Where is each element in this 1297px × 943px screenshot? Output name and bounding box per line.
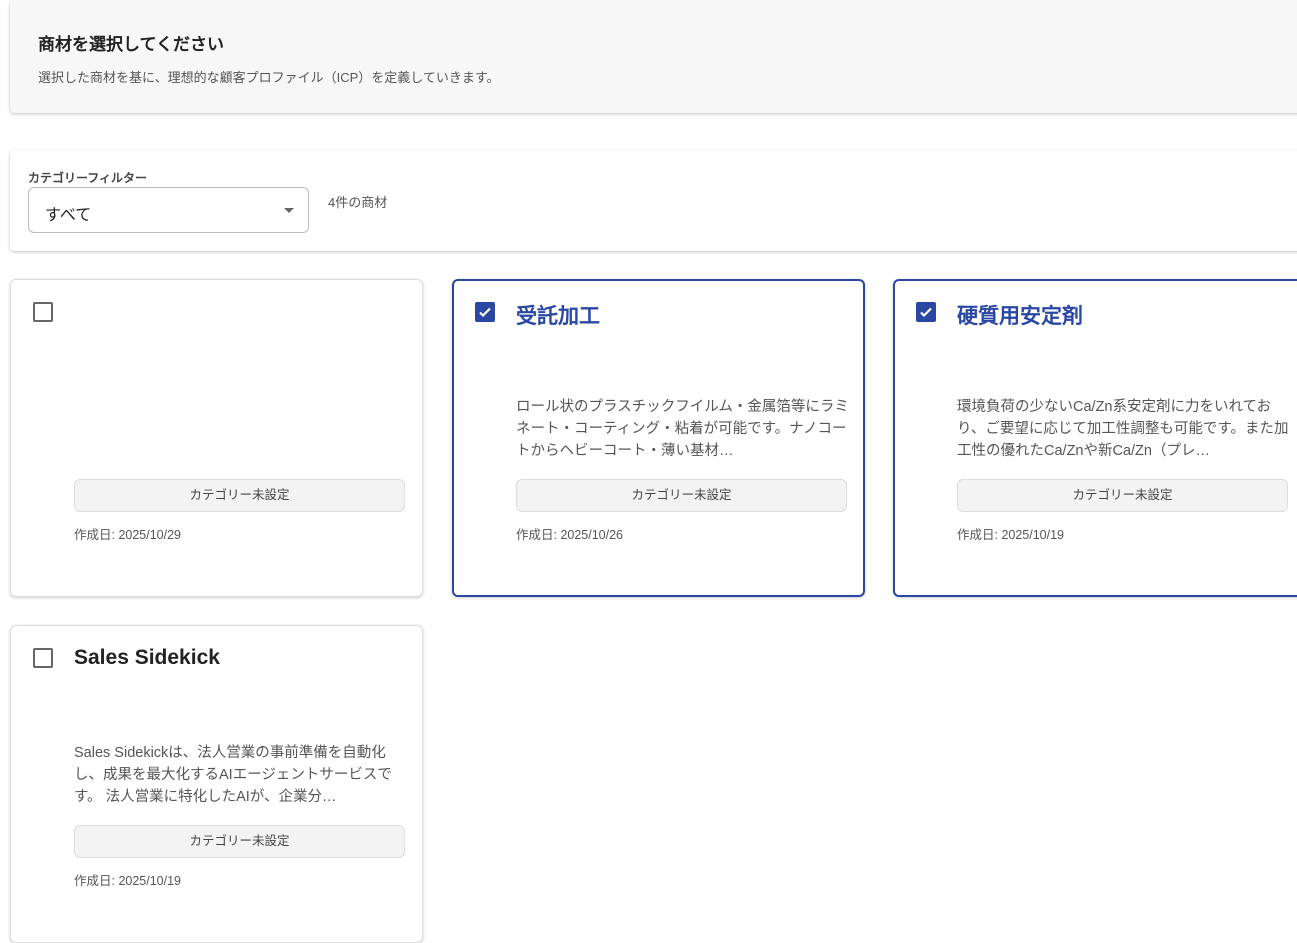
product-title: 硬質用安定剤 [957, 305, 1083, 328]
checkbox-checked-icon[interactable] [475, 302, 495, 322]
category-badge: カテゴリー未設定 [74, 825, 405, 858]
category-badge: カテゴリー未設定 [74, 479, 405, 512]
category-filter-label: カテゴリーフィルター [28, 171, 148, 185]
created-date: 作成日: 2025/10/19 [74, 874, 182, 888]
product-description: Sales Sidekickは、法人営業の事前準備を自動化し、成果を最大化するA… [74, 745, 392, 805]
product-description: 環境負荷の少ないCa/Zn系安定剤に力をいれており、ご要望に応じて加工性調整も可… [957, 399, 1289, 459]
product-card[interactable]: 受託加工 ロール状のプラスチックフイルム・金属箔等にラミネート・コーティング・粘… [452, 279, 865, 597]
product-card[interactable]: カテゴリー未設定 作成日: 2025/10/29 [10, 279, 423, 597]
item-count: 4件の商材 [328, 195, 388, 210]
created-date: 作成日: 2025/10/26 [516, 528, 624, 542]
product-title: Sales Sidekick [74, 646, 220, 669]
checkbox-unchecked-icon[interactable] [33, 648, 53, 668]
product-card[interactable]: 硬質用安定剤 環境負荷の少ないCa/Zn系安定剤に力をいれており、ご要望に応じて… [893, 279, 1297, 597]
page-title: 商材を選択してください [38, 35, 224, 54]
checkbox-unchecked-icon[interactable] [33, 302, 53, 322]
category-badge: カテゴリー未設定 [516, 479, 847, 512]
page-header: 商材を選択してください 選択した商材を基に、理想的な顧客プロファイル（ICP）を… [10, 0, 1297, 113]
category-filter-value: すべて [45, 207, 92, 224]
category-filter-select[interactable]: すべて [28, 187, 309, 233]
created-date: 作成日: 2025/10/29 [74, 528, 182, 542]
product-description [74, 396, 407, 462]
chevron-down-icon [284, 208, 294, 213]
filter-panel: カテゴリーフィルター すべて 4件の商材 [10, 150, 1297, 251]
created-date: 作成日: 2025/10/19 [957, 528, 1065, 542]
category-badge: カテゴリー未設定 [957, 479, 1288, 512]
product-card[interactable]: Sales Sidekick Sales Sidekickは、法人営業の事前準備… [10, 625, 423, 943]
product-title: 受託加工 [516, 305, 600, 328]
checkbox-checked-icon[interactable] [916, 302, 936, 322]
page-subtitle: 選択した商材を基に、理想的な顧客プロファイル（ICP）を定義していきます。 [38, 70, 500, 85]
product-description: ロール状のプラスチックフイルム・金属箔等にラミネート・コーティング・粘着が可能で… [516, 399, 849, 459]
